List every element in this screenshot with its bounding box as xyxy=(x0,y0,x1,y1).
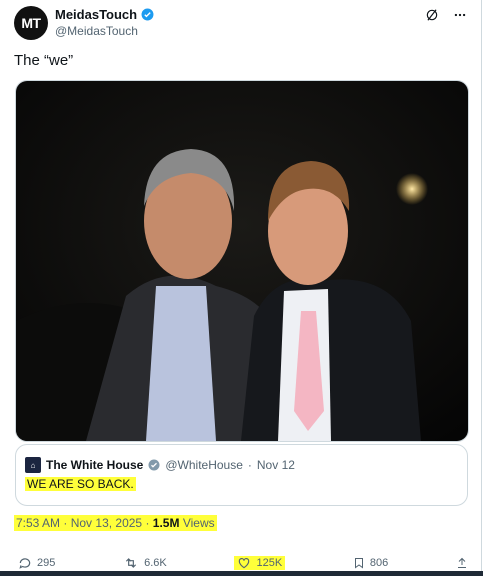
tweet-detail: MT MeidasTouch @MeidasTouch The “we” ⌂ T… xyxy=(0,0,482,576)
repost-icon xyxy=(126,558,137,568)
bookmark-icon xyxy=(354,558,363,569)
views-label: Views xyxy=(182,516,215,530)
quote-handle[interactable]: @WhiteHouse xyxy=(165,458,243,472)
like-button[interactable]: 125K xyxy=(234,556,286,570)
display-name[interactable]: MeidasTouch xyxy=(55,7,137,22)
tweet-text: The “we” xyxy=(14,52,74,69)
bottom-bar xyxy=(0,571,483,576)
white-house-logo-icon: ⌂ xyxy=(25,457,41,473)
like-icon xyxy=(239,558,250,569)
share-icon xyxy=(458,557,466,568)
quote-date[interactable]: Nov 12 xyxy=(257,458,295,472)
like-count: 125K xyxy=(256,557,283,569)
grok-icon[interactable] xyxy=(425,8,439,22)
author-handle[interactable]: @MeidasTouch xyxy=(55,24,138,38)
avatar[interactable]: MT xyxy=(14,6,48,40)
quote-header: ⌂ The White House @WhiteHouse · Nov 12 xyxy=(25,457,295,473)
verified-badge-icon xyxy=(148,459,160,471)
more-icon[interactable] xyxy=(453,8,467,22)
top-icons xyxy=(425,8,467,22)
quote-text: WE ARE SO BACK. xyxy=(25,477,136,491)
reply-count: 295 xyxy=(37,557,56,569)
views-count: 1.5M xyxy=(152,516,180,530)
repost-button[interactable]: 6.6K xyxy=(123,556,167,570)
bookmark-button[interactable]: 806 xyxy=(353,556,388,570)
action-bar: 295 6.6K 125K 806 xyxy=(18,556,468,570)
verified-badge-icon xyxy=(141,8,154,21)
reply-icon xyxy=(19,558,31,569)
reply-button[interactable]: 295 xyxy=(18,556,55,570)
meta-separator: · xyxy=(145,516,153,530)
tweet-time[interactable]: 7:53 AM xyxy=(16,516,60,530)
quote-separator: · xyxy=(247,458,252,472)
tweet-date[interactable]: Nov 13, 2025 xyxy=(71,516,142,530)
bookmark-count: 806 xyxy=(369,557,389,569)
tweet-meta: 7:53 AM · Nov 13, 2025 · 1.5M Views xyxy=(14,515,217,531)
repost-count: 6.6K xyxy=(144,557,167,569)
share-button[interactable] xyxy=(456,556,468,570)
quote-tweet[interactable]: ⌂ The White House @WhiteHouse · Nov 12 W… xyxy=(15,444,468,506)
author-row: MeidasTouch xyxy=(55,7,154,22)
tweet-photo[interactable] xyxy=(15,80,469,442)
quote-author-name[interactable]: The White House xyxy=(46,458,143,472)
photo-image xyxy=(16,81,468,441)
meta-separator: · xyxy=(63,516,71,530)
